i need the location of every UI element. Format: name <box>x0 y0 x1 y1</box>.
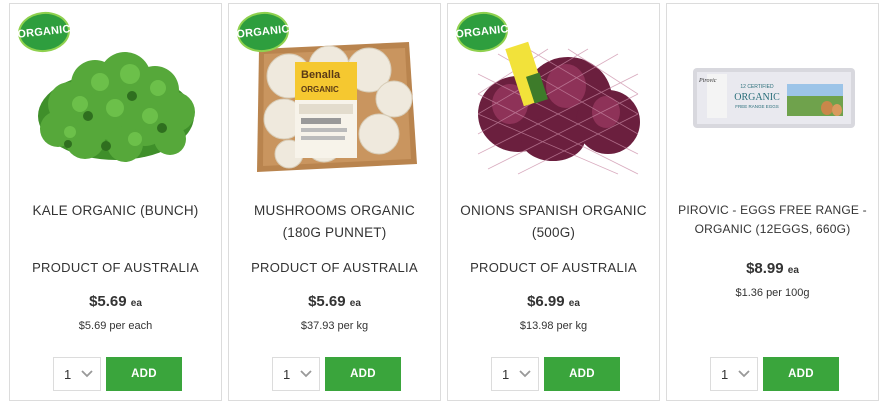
price-value: $8.99 <box>746 260 784 277</box>
price-value: $5.69 <box>89 293 127 310</box>
product-image[interactable]: Benalla ORGANIC ORGANIC <box>229 4 440 179</box>
product-name[interactable]: PIROVIC - EGGS FREE RANGE - ORGANIC (12E… <box>675 201 870 239</box>
product-origin: PRODUCT OF AUSTRALIA <box>470 260 637 275</box>
product-card[interactable]: Pirovic 12 CERTIFIED ORGANIC FREE RANGE … <box>666 3 879 401</box>
svg-text:Benalla: Benalla <box>301 69 341 81</box>
chevron-down-icon <box>738 370 750 378</box>
unit-price: $5.69 per each <box>78 320 153 332</box>
carton-line-2: ORGANIC <box>734 92 780 103</box>
carton-brand: Pirovic <box>698 78 717 84</box>
quantity-select[interactable]: 1 <box>272 357 320 391</box>
product-name[interactable]: ONIONS SPANISH ORGANIC (500G) <box>456 200 651 244</box>
chevron-down-icon <box>519 370 531 378</box>
quantity-select[interactable]: 1 <box>710 357 758 391</box>
add-to-cart-button[interactable]: ADD <box>544 357 620 391</box>
chevron-down-icon <box>300 370 312 378</box>
product-origin: PRODUCT OF AUSTRALIA <box>251 260 418 275</box>
quantity-select[interactable]: 1 <box>491 357 539 391</box>
svg-text:ORGANIC: ORGANIC <box>301 85 339 94</box>
unit-price: $1.36 per 100g <box>735 287 810 299</box>
product-name[interactable]: KALE ORGANIC (BUNCH) <box>18 200 213 222</box>
product-image[interactable]: ORGANIC <box>448 4 659 179</box>
price-value: $5.69 <box>308 293 346 310</box>
price-unit: ea <box>568 298 580 309</box>
product-image[interactable]: Pirovic 12 CERTIFIED ORGANIC FREE RANGE … <box>667 4 878 179</box>
price-unit: ea <box>787 265 799 276</box>
product-card[interactable]: ORGANIC ONIONS SPANISH ORGANIC (500G) PR… <box>447 3 660 401</box>
price-unit: ea <box>349 298 361 309</box>
chevron-down-icon <box>81 370 93 378</box>
product-price: $8.99 ea <box>667 260 878 277</box>
quantity-select[interactable]: 1 <box>53 357 101 391</box>
price-value: $6.99 <box>527 293 565 310</box>
product-image[interactable]: ORGANIC <box>10 4 221 179</box>
product-grid: ORGANIC KALE ORGANIC (BUNCH) PRODUCT OF … <box>0 0 883 407</box>
carton-line-3: FREE RANGE EGGS <box>735 104 779 109</box>
product-price: $5.69 ea <box>229 293 440 310</box>
product-price: $5.69 ea <box>10 293 221 310</box>
unit-price: $13.98 per kg <box>519 320 588 332</box>
product-card[interactable]: ORGANIC KALE ORGANIC (BUNCH) PRODUCT OF … <box>9 3 222 401</box>
add-to-cart-button[interactable]: ADD <box>325 357 401 391</box>
quantity-value: 1 <box>721 367 729 382</box>
add-to-cart-button[interactable]: ADD <box>106 357 182 391</box>
add-to-cart-button[interactable]: ADD <box>763 357 839 391</box>
quantity-value: 1 <box>64 367 72 382</box>
product-card[interactable]: Benalla ORGANIC ORGANIC MUSHROOMS ORGANI… <box>228 3 441 401</box>
carton-line-1: 12 CERTIFIED <box>740 84 774 90</box>
price-unit: ea <box>130 298 142 309</box>
quantity-value: 1 <box>283 367 291 382</box>
product-origin: PRODUCT OF AUSTRALIA <box>32 260 199 275</box>
product-name[interactable]: MUSHROOMS ORGANIC (180G PUNNET) <box>237 200 432 244</box>
unit-price: $37.93 per kg <box>300 320 369 332</box>
eggs-carton-image: Pirovic 12 CERTIFIED ORGANIC FREE RANGE … <box>693 68 855 128</box>
quantity-value: 1 <box>502 367 510 382</box>
product-price: $6.99 ea <box>448 293 659 310</box>
